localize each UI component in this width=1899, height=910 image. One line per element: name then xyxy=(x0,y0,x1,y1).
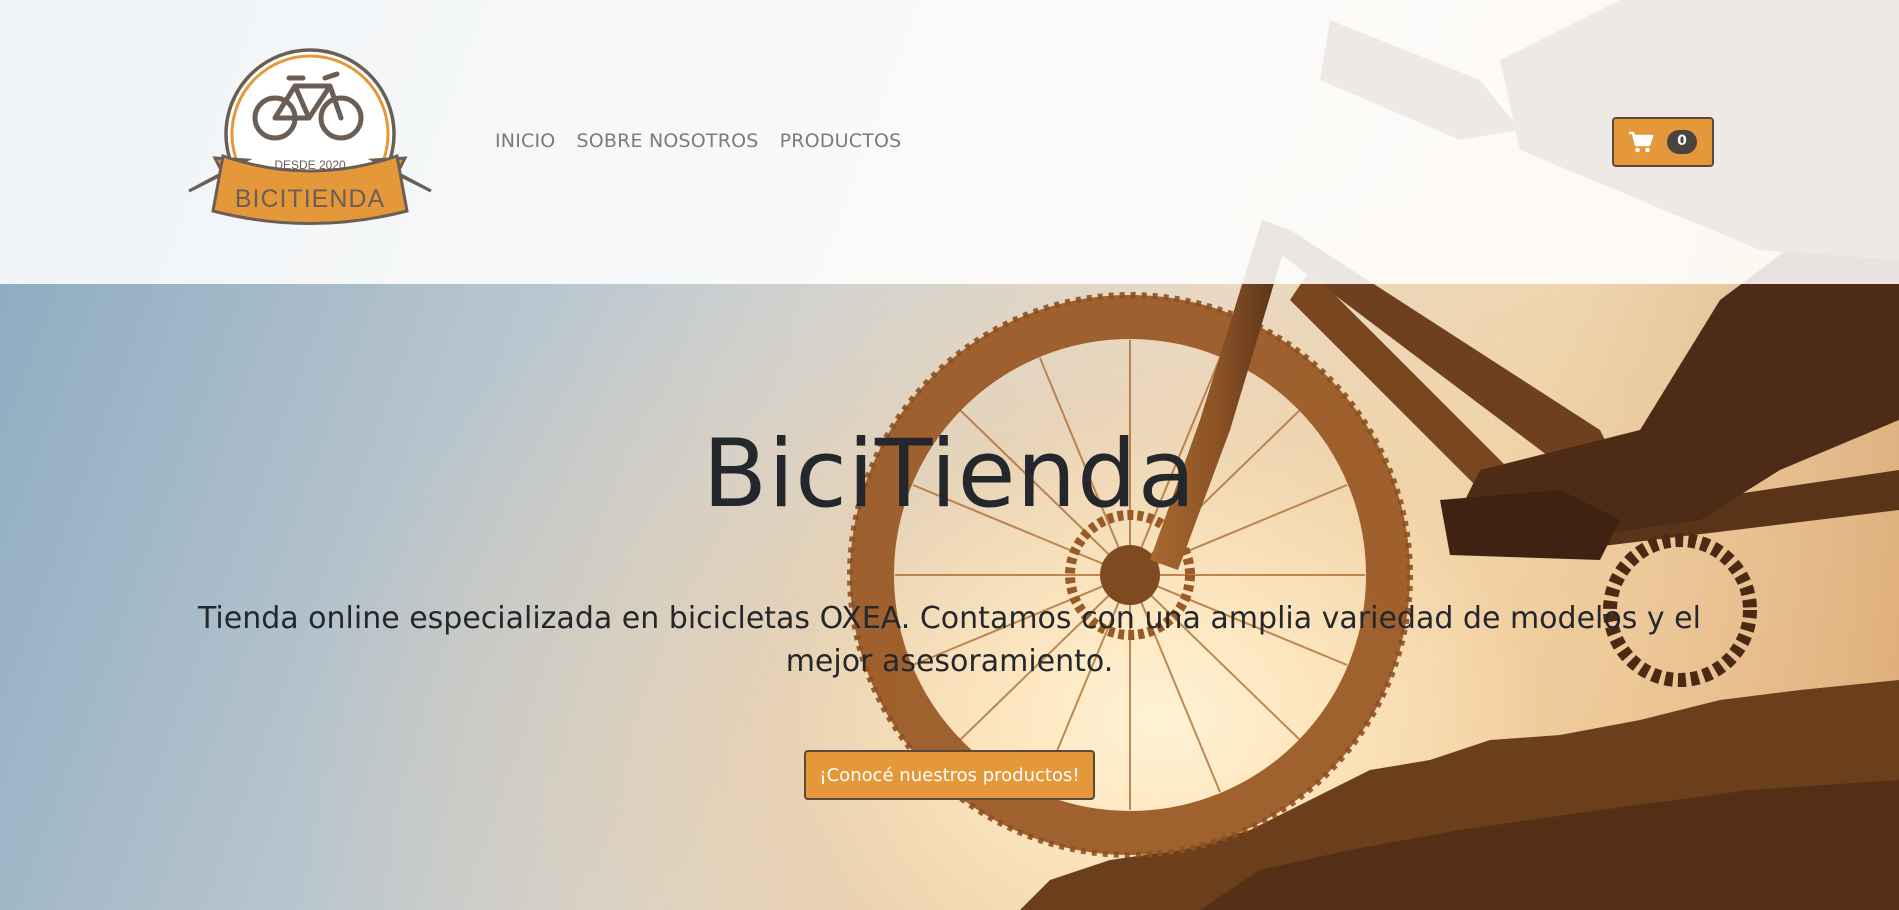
nav-link-sobre-nosotros[interactable]: SOBRE NOSOTROS xyxy=(576,130,758,152)
nav-link-productos[interactable]: PRODUCTOS xyxy=(780,130,902,152)
logo-emblem-icon: DESDE 2020 BICITIENDA xyxy=(188,48,432,225)
hero-subtitle: Tienda online especializada en bicicleta… xyxy=(198,601,1701,679)
cart-count-badge: 0 xyxy=(1667,130,1697,154)
cta-products-button[interactable]: ¡Conocé nuestros productos! xyxy=(804,750,1095,800)
bicitienda-logo[interactable]: DESDE 2020 BICITIENDA xyxy=(185,46,435,228)
nav-link-inicio[interactable]: INICIO xyxy=(495,130,555,152)
cart-button[interactable]: 0 xyxy=(1612,117,1714,167)
navbar: DESDE 2020 BICITIENDA INICIO SOBRE NOSOT… xyxy=(0,0,1899,284)
logo-year: DESDE 2020 xyxy=(274,158,346,172)
main-nav: INICIO SOBRE NOSOTROS PRODUCTOS xyxy=(495,130,901,152)
shopping-cart-icon xyxy=(1629,131,1654,153)
logo-name: BICITIENDA xyxy=(235,185,385,213)
hero-title: BiciTienda xyxy=(702,420,1197,529)
